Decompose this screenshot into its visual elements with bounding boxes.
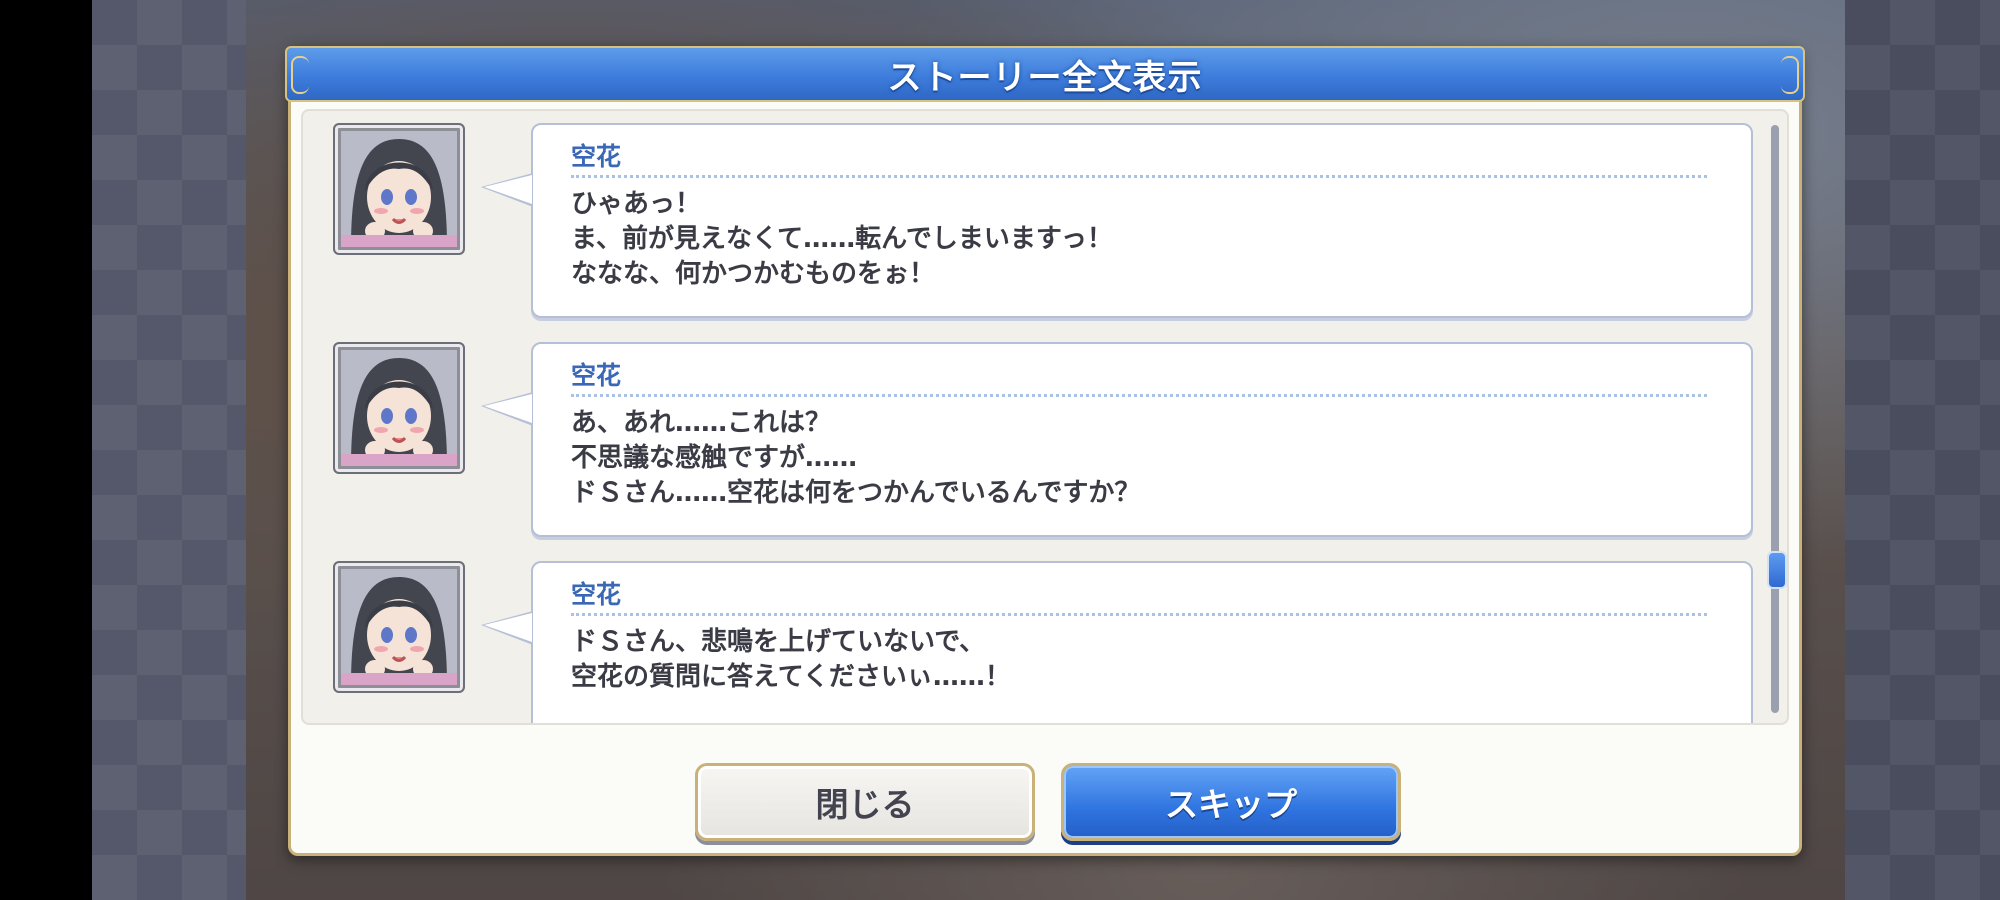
character-portrait-icon bbox=[341, 131, 457, 247]
dialogue-bubble: 空花 ドＳさん、悲鳴を上げていないで、 空花の質問に答えてくださいぃ……！ bbox=[481, 561, 1753, 723]
character-avatar bbox=[333, 561, 465, 693]
dialogue-line: 空花の質問に答えてくださいぃ……！ bbox=[571, 662, 1011, 692]
speaker-name: 空花 bbox=[571, 142, 622, 171]
dialogue-text: あ、あれ……これは？ 不思議な感触ですが…… ドＳさん……空花は何をつかんでいる… bbox=[571, 406, 1140, 511]
dialog-title: ストーリー全文表示 bbox=[887, 57, 1203, 98]
dialogue-line: あ、あれ……これは？ bbox=[571, 408, 832, 438]
dialogue-line: ドＳさん、悲鳴を上げていないで、 bbox=[571, 627, 986, 657]
dialogue-line: 不思議な感触ですが…… bbox=[571, 443, 858, 473]
bubble-tail bbox=[481, 392, 533, 426]
scrollbar-track[interactable] bbox=[1771, 125, 1779, 713]
bubble-tail bbox=[481, 611, 533, 645]
dialogue-line: ま、前が見えなくて……転んでしまいますっ！ bbox=[571, 224, 1113, 254]
story-log-list[interactable]: 空花 ひゃあっ！ ま、前が見えなくて……転んでしまいますっ！ ななな、何かつかむ… bbox=[301, 109, 1789, 725]
dialogue-bubble: 空花 あ、あれ……これは？ 不思議な感触ですが…… ドＳさん……空花は何をつかん… bbox=[481, 342, 1753, 537]
speaker-divider bbox=[571, 394, 1707, 397]
dialogue-line: ななな、何かつかむものをぉ！ bbox=[571, 259, 936, 289]
character-portrait-icon bbox=[341, 350, 457, 466]
character-portrait-icon bbox=[341, 569, 457, 685]
close-button[interactable]: 閉じる bbox=[695, 763, 1035, 841]
letterbox-left bbox=[0, 0, 92, 900]
skip-button[interactable]: スキップ bbox=[1061, 763, 1401, 841]
bubble-tail bbox=[481, 173, 533, 207]
dialogue-text: ドＳさん、悲鳴を上げていないで、 空花の質問に答えてくださいぃ……！ bbox=[571, 625, 1011, 695]
speaker-name: 空花 bbox=[571, 580, 622, 609]
background-pattern-right bbox=[1845, 0, 2000, 900]
speaker-divider bbox=[571, 175, 1707, 178]
dialogue-line: ドＳさん……空花は何をつかんでいるんですか？ bbox=[571, 478, 1141, 508]
dialogue-bubble: 空花 ひゃあっ！ ま、前が見えなくて……転んでしまいますっ！ ななな、何かつかむ… bbox=[481, 123, 1753, 318]
dialogue-line: ひゃあっ！ bbox=[571, 189, 702, 219]
character-avatar bbox=[333, 342, 465, 474]
speaker-name: 空花 bbox=[571, 361, 622, 390]
skip-button-label: スキップ bbox=[1165, 785, 1297, 824]
speaker-divider bbox=[571, 613, 1707, 616]
character-avatar bbox=[333, 123, 465, 255]
scrollbar-thumb[interactable] bbox=[1767, 551, 1787, 589]
dialogue-text: ひゃあっ！ ま、前が見えなくて……転んでしまいますっ！ ななな、何かつかむものを… bbox=[571, 187, 1113, 292]
background-pattern-left bbox=[92, 0, 246, 900]
dialog-header: ストーリー全文表示 bbox=[285, 46, 1805, 102]
story-log-dialog: ストーリー全文表示 空花 ひゃあっ！ ま、前が見えなくて……転んでしまいますっ！… bbox=[285, 46, 1805, 856]
close-button-label: 閉じる bbox=[815, 785, 915, 824]
